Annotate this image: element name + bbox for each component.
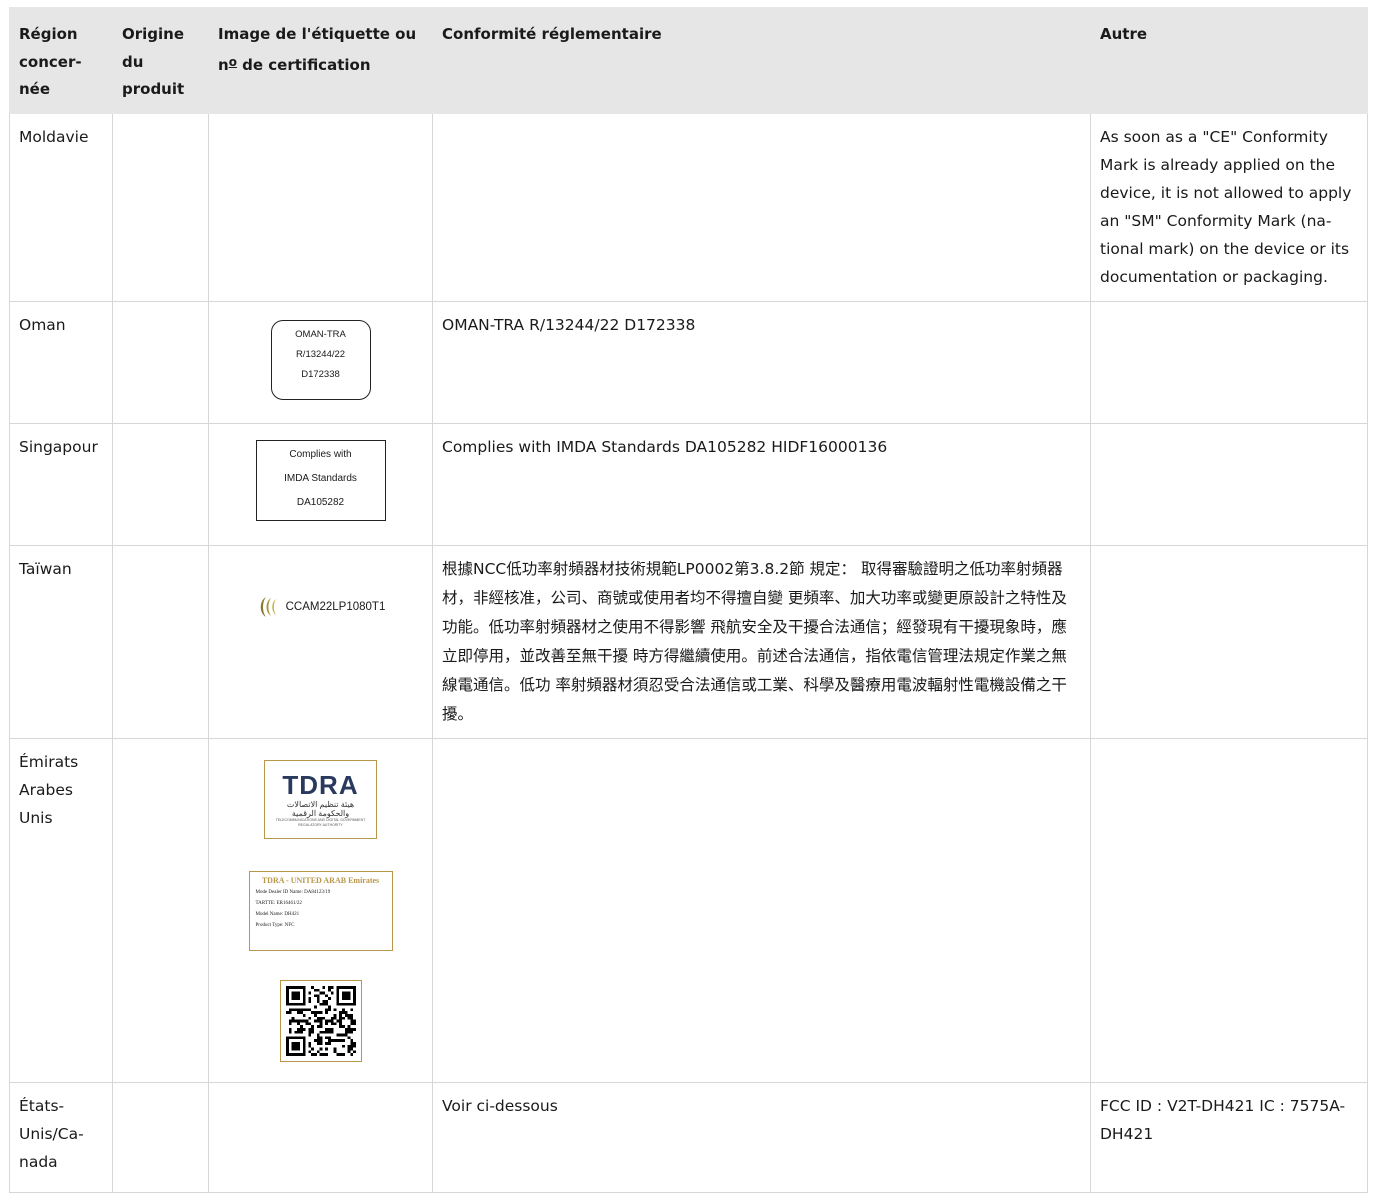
header-image-sup: o xyxy=(228,54,237,69)
tdra-logo-arabic: هيئة تنظيم الاتصالات xyxy=(286,800,355,809)
table-row: États-Unis/Ca-nada Voir ci-dessous FCC I… xyxy=(9,1082,1368,1193)
table-row: Émirats Arabes Unis TDRA هيئة تنظيم الات… xyxy=(9,738,1368,1083)
tdra-logo-text: TDRA xyxy=(282,770,359,800)
other-cell xyxy=(1090,738,1368,1083)
image-cell xyxy=(208,1082,433,1193)
ncc-waves-icon xyxy=(260,597,276,617)
header-region: Région concer-née xyxy=(9,7,113,114)
header-image-tail: de certification xyxy=(236,55,371,74)
region-cell: Oman xyxy=(9,301,113,424)
tdra-label-image: TDRA - UNITED ARAB Emirates Mode Dealer … xyxy=(248,871,393,951)
region-cell: Émirats Arabes Unis xyxy=(9,738,113,1083)
image-cell: Complies with IMDA Standards DA105282 xyxy=(208,423,433,546)
ncc-label-image: CCAM22LP1080T1 xyxy=(256,593,386,621)
table-row: Singapour Complies with IMDA Standards D… xyxy=(9,423,1368,546)
region-cell: États-Unis/Ca-nada xyxy=(9,1082,113,1193)
tdra-label-line: Model Name: DH421 xyxy=(255,912,300,917)
tdra-label-line: Mode Dealer ID Name: DA84123/19 xyxy=(255,890,331,895)
region-cell: Taïwan xyxy=(9,545,113,739)
conformity-cell: 根據NCC低功率射頻器材技術規範LP0002第3.8.2節 規定： 取得審驗證明… xyxy=(432,545,1091,739)
other-cell: FCC ID : V2T-DH421 IC : 7575A-DH421 xyxy=(1090,1082,1368,1193)
region-cell: Singapour xyxy=(9,423,113,546)
other-cell xyxy=(1090,545,1368,739)
tdra-label-line: TARTTE: ER16461/22 xyxy=(255,901,302,906)
table-row: Moldavie As soon as a "CE" Conformity Ma… xyxy=(9,113,1368,302)
imda-label-line: Complies with xyxy=(289,449,352,460)
conformity-cell: OMAN-TRA R/13244/22 D172338 xyxy=(432,301,1091,424)
origin-cell xyxy=(112,738,209,1083)
other-cell xyxy=(1090,423,1368,546)
tdra-label-line: Product Type: NFC xyxy=(255,923,295,928)
oman-label-image: OMAN-TRA R/13244/22 D172338 xyxy=(270,320,371,400)
imda-label-line: IMDA Standards xyxy=(284,473,357,484)
image-cell: TDRA هيئة تنظيم الاتصالات والحكومة الرقم… xyxy=(208,738,433,1083)
image-cell: OMAN-TRA R/13244/22 D172338 xyxy=(208,301,433,424)
tdra-logo-english: TELECOMMUNICATIONS AND DIGITAL GOVERNMEN… xyxy=(275,818,366,827)
conformity-cell: Voir ci-dessous xyxy=(432,1082,1091,1193)
image-cell: CCAM22LP1080T1 xyxy=(208,545,433,739)
image-cell xyxy=(208,113,433,302)
origin-cell xyxy=(112,545,209,739)
origin-cell xyxy=(112,423,209,546)
conformity-cell xyxy=(432,738,1091,1083)
header-origin: Origine du produit xyxy=(112,7,209,114)
conformity-cell xyxy=(432,113,1091,302)
tdra-logo-image: TDRA هيئة تنظيم الاتصالات والحكومة الرقم… xyxy=(264,760,377,839)
table-row: Oman OMAN-TRA R/13244/22 D172338 OMAN-TR… xyxy=(9,301,1368,424)
origin-cell xyxy=(112,1082,209,1193)
header-image: Image de l'étiquette ou no de certificat… xyxy=(208,7,433,114)
regulatory-table: Région concer-née Origine du produit Ima… xyxy=(9,7,1368,1193)
region-cell: Moldavie xyxy=(9,113,113,302)
imda-label-image: Complies with IMDA Standards DA105282 xyxy=(255,440,386,521)
header-other: Autre xyxy=(1090,7,1368,114)
origin-cell xyxy=(112,301,209,424)
qr-code-image xyxy=(279,980,362,1062)
oman-label-line: OMAN-TRA xyxy=(295,329,346,340)
table-header-row: Région concer-née Origine du produit Ima… xyxy=(9,7,1368,114)
oman-label-line: D172338 xyxy=(301,369,340,380)
tdra-label-title: TDRA - UNITED ARAB Emirates xyxy=(261,876,380,885)
qr-code-icon xyxy=(285,986,356,1056)
conformity-cell: Complies with IMDA Standards DA105282 HI… xyxy=(432,423,1091,546)
oman-label-line: R/13244/22 xyxy=(295,349,346,360)
origin-cell xyxy=(112,113,209,302)
table-row: Taïwan CCAM22LP1080T1 根據NCC低功率射頻器材技術規範LP… xyxy=(9,545,1368,739)
tdra-logo-arabic: والحكومة الرقمية xyxy=(291,809,350,818)
other-cell: As soon as a "CE" Conformity Mark is alr… xyxy=(1090,113,1368,302)
imda-label-line: DA105282 xyxy=(296,497,345,508)
other-cell xyxy=(1090,301,1368,424)
header-conformity: Conformité réglementaire xyxy=(432,7,1091,114)
ncc-label-text: CCAM22LP1080T1 xyxy=(285,601,386,613)
